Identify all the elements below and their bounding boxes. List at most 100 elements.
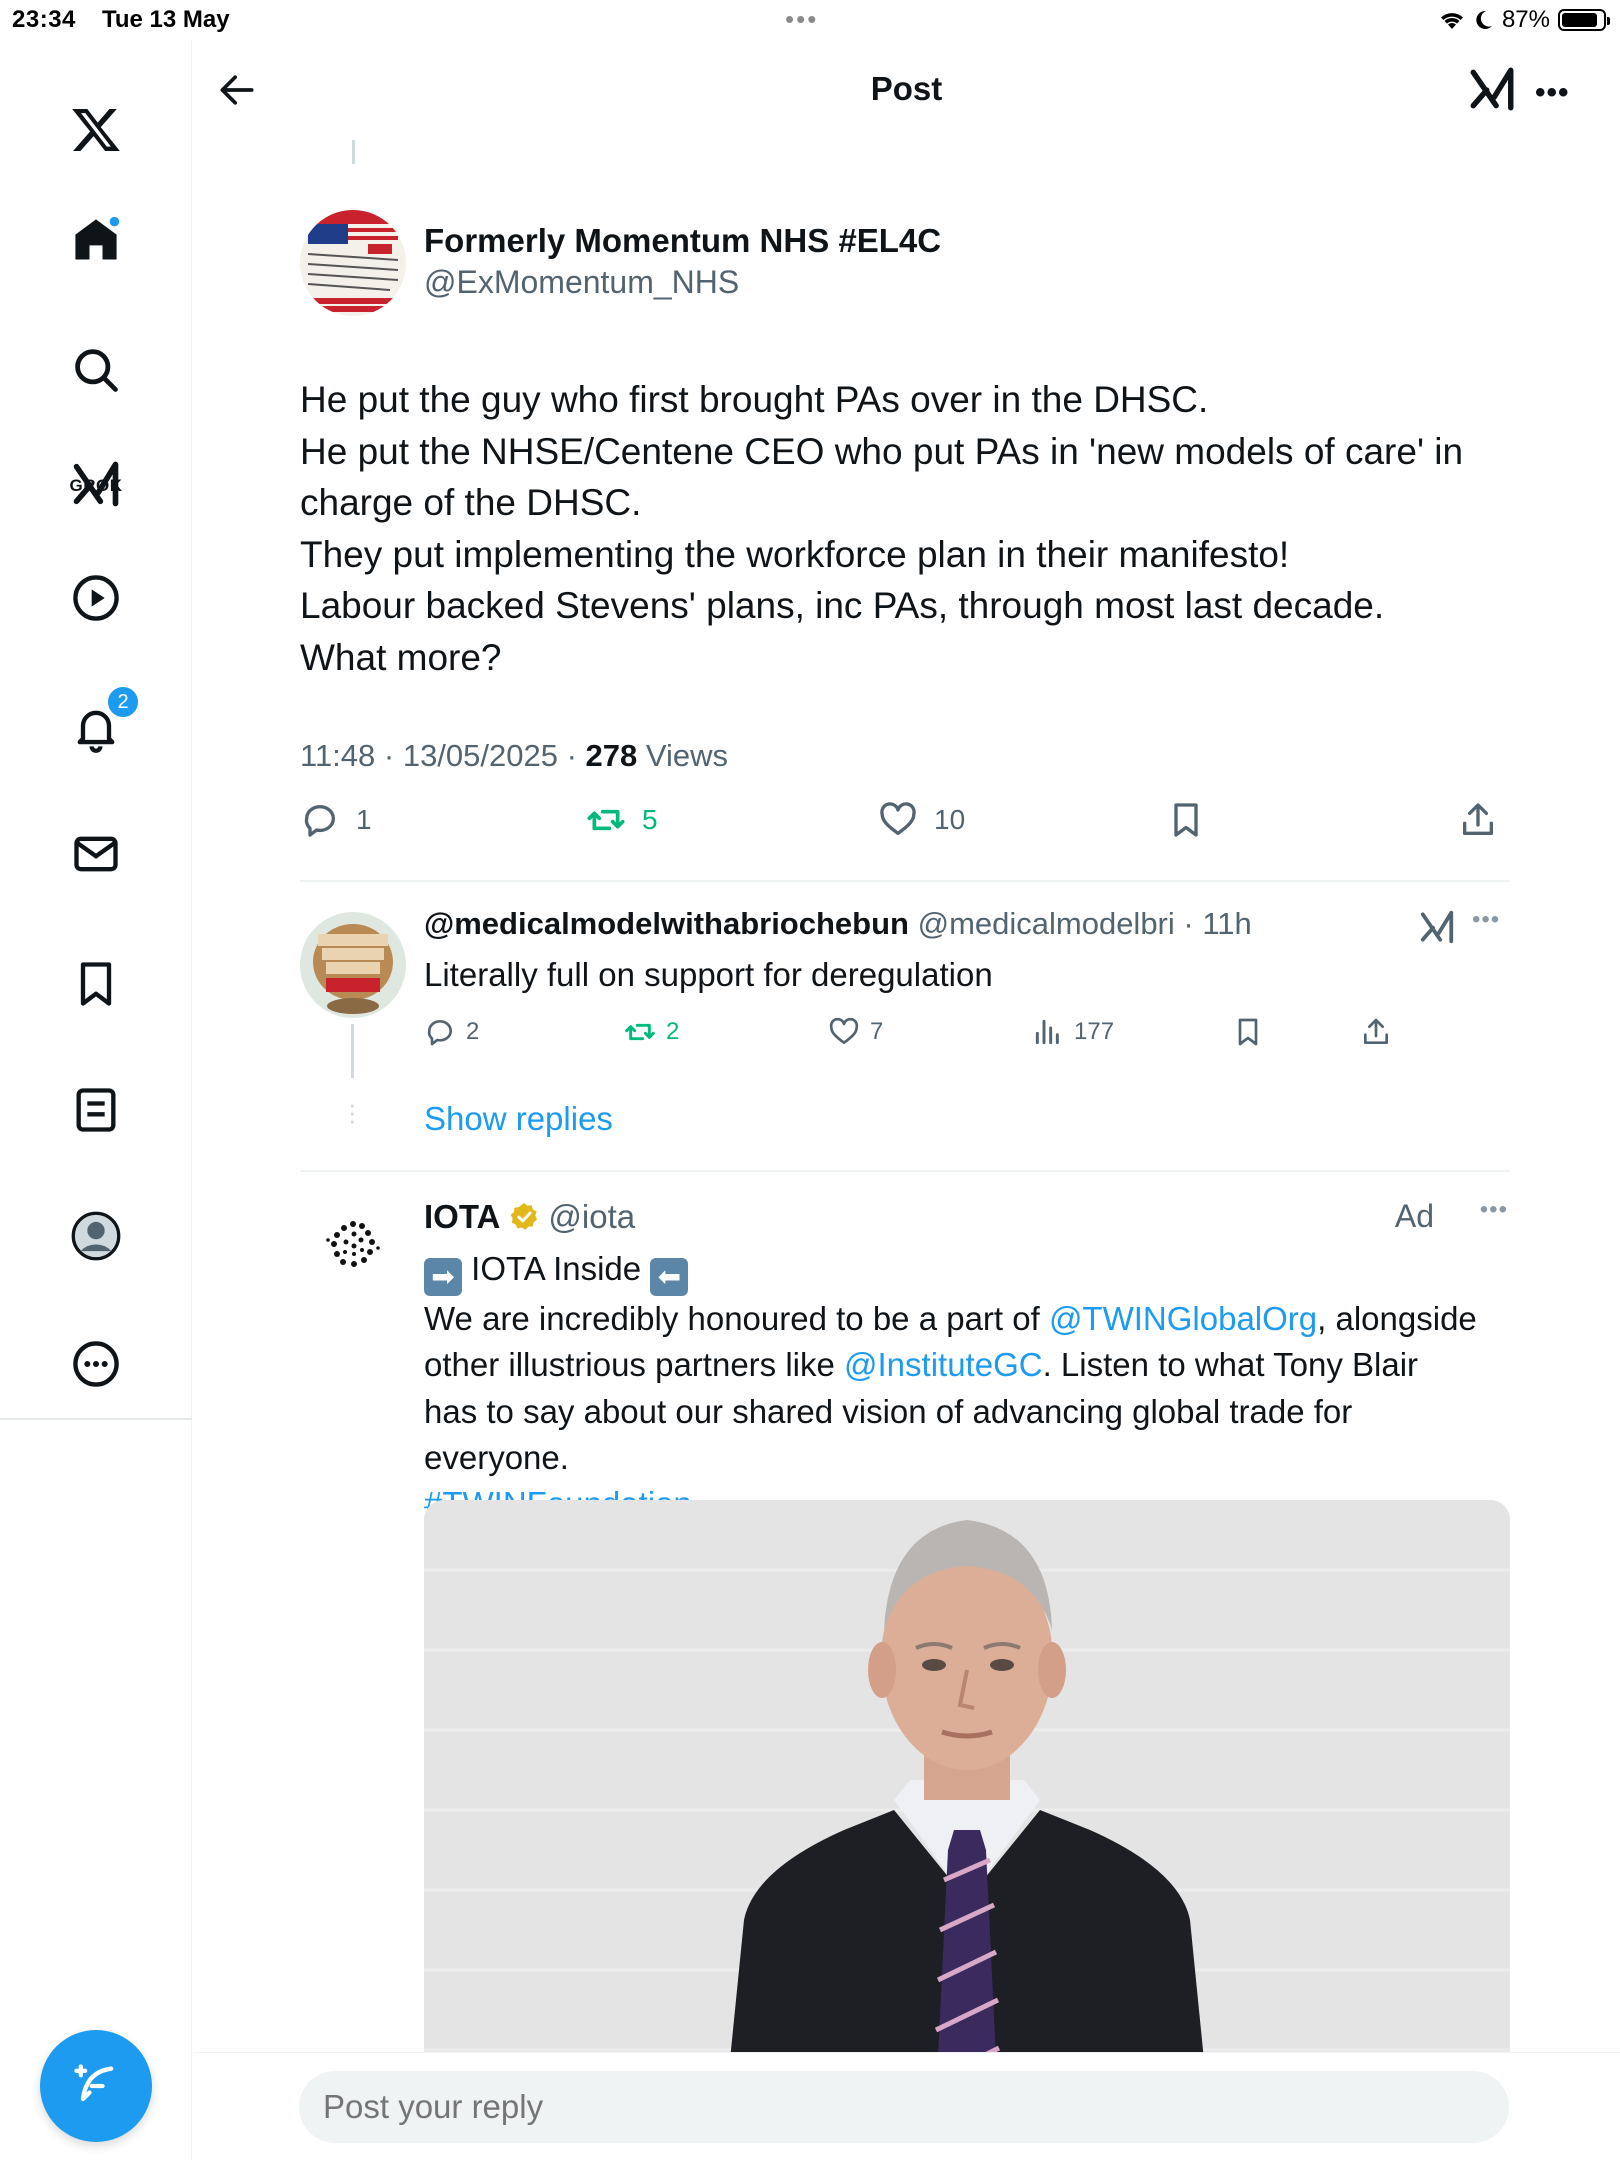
post-meta: 11:48 · 13/05/2025 · 278 Views: [300, 738, 728, 774]
envelope-svg: [74, 836, 118, 872]
reply-icon: [427, 1020, 452, 1046]
ad-text-line: We are incredibly honoured to be a part …: [424, 1296, 1510, 1342]
left-arrow-emoji-icon: ⬅: [650, 1258, 689, 1296]
search-svg: [75, 349, 118, 392]
reply-tweet[interactable]: @medicalmodelwithabriochebun @medicalmod…: [300, 882, 1510, 1078]
reply-author-handle[interactable]: @medicalmodelbri: [918, 906, 1175, 941]
bookmarks-icon[interactable]: [56, 944, 136, 1024]
grok-label: GROK: [69, 476, 123, 495]
reply-avatar-image: [300, 912, 406, 1018]
reply-button[interactable]: 1: [300, 770, 372, 870]
ad-video-frame: [424, 1500, 1510, 2120]
show-replies-link[interactable]: Show replies: [424, 1100, 613, 1138]
ad-video-media[interactable]: [424, 1500, 1510, 2120]
messages-envelope-icon[interactable]: [56, 814, 136, 894]
x-logo-icon[interactable]: [56, 90, 136, 170]
reply-time[interactable]: · 11h: [1175, 906, 1251, 941]
ad-author-name[interactable]: IOTA: [424, 1198, 500, 1236]
video-play-icon[interactable]: [56, 558, 136, 638]
ad-text-line: other illustrious partners like @Institu…: [424, 1342, 1510, 1388]
compose-feather-icon: [74, 2064, 114, 2102]
thread-connector-line: [352, 140, 355, 164]
views-chart-icon: [1035, 1019, 1059, 1045]
battery-icon: [1558, 9, 1610, 31]
heart-icon: [829, 1017, 859, 1044]
compose-post-button[interactable]: [40, 2030, 152, 2142]
ad-author-avatar[interactable]: [310, 1202, 396, 1288]
reply-views-button[interactable]: 177: [1032, 1002, 1114, 1062]
ad-author-handle[interactable]: @iota: [548, 1198, 635, 1236]
post-text-line: He put the guy who first brought PAs ove…: [300, 379, 1209, 420]
reply-author-avatar[interactable]: [300, 912, 406, 1018]
reply-repost-count: 2: [666, 1018, 680, 1045]
reply-actions: 2 2 7 177: [424, 1002, 1424, 1062]
post-text-line: What more?: [300, 636, 502, 678]
moon-icon: [1476, 10, 1492, 29]
reply-icon: [304, 805, 335, 837]
post-timestamp[interactable]: 11:48 · 13/05/2025 ·: [300, 738, 586, 773]
ad-headline-line: ➡ IOTA Inside ⬅: [424, 1246, 1510, 1296]
author-handle[interactable]: @ExMomentum_NHS: [424, 264, 739, 301]
reply-repost-button[interactable]: 2: [624, 1002, 679, 1062]
reply-like-count: 7: [870, 1018, 884, 1045]
notifications-badge: 2: [106, 685, 140, 719]
profile-svg: [71, 1211, 121, 1261]
more-options-button[interactable]: •••: [1535, 76, 1570, 110]
sidebar: GROK 2: [0, 40, 192, 2160]
author-name[interactable]: Formerly Momentum NHS #EL4C: [424, 222, 941, 260]
institutegc-mention-link[interactable]: @InstituteGC: [844, 1346, 1043, 1383]
author-avatar[interactable]: [300, 210, 406, 316]
reply-share-button[interactable]: [1360, 1002, 1402, 1062]
bookmark-icon: [1238, 1018, 1258, 1046]
wifi-icon: [1440, 13, 1463, 29]
post-text-line: Labour backed Stevens' plans, inc PAs, t…: [300, 585, 1385, 626]
ad-text: We are incredibly honoured to be a part …: [424, 1300, 1049, 1337]
top-bar: Post •••: [193, 40, 1620, 140]
iota-logo-icon: [326, 1221, 380, 1267]
video-play-svg: [73, 575, 119, 621]
like-button[interactable]: 10: [878, 770, 965, 870]
reply-like-button[interactable]: 7: [828, 1002, 883, 1062]
reply-grok-icon[interactable]: [1418, 908, 1456, 946]
x-logo-svg: [72, 108, 120, 152]
ad-text: , alongside: [1317, 1300, 1477, 1337]
heart-icon: [880, 802, 916, 835]
reply-author-line: @medicalmodelwithabriochebun @medicalmod…: [424, 906, 1252, 942]
separator: [300, 1170, 1510, 1172]
reply-count: 1: [356, 804, 372, 835]
ad-label: Ad: [1394, 1198, 1434, 1234]
repost-button[interactable]: 5: [586, 770, 658, 870]
reply-more-button[interactable]: •••: [1472, 906, 1500, 934]
status-time: 23:34: [12, 6, 76, 33]
home-icon[interactable]: [56, 200, 136, 280]
ad-text: other illustrious partners like: [424, 1346, 845, 1384]
sidebar-divider: [0, 1418, 192, 1420]
profile-avatar-icon[interactable]: [56, 1196, 136, 1276]
lists-icon[interactable]: [56, 1070, 136, 1150]
bookmark-svg: [80, 962, 112, 1006]
reply-bookmark-button[interactable]: [1232, 1002, 1274, 1062]
reply-composer-bar: [193, 2052, 1620, 2160]
reply-reply-button[interactable]: 2: [424, 1002, 479, 1062]
grok-analyze-icon[interactable]: [1467, 64, 1517, 114]
reply-author-name[interactable]: @medicalmodelwithabriochebun: [424, 906, 909, 941]
post-actions: 1 5 10: [300, 770, 1510, 870]
share-icon: [1463, 803, 1493, 835]
ad-more-button[interactable]: •••: [1480, 1196, 1508, 1224]
views-count: 278: [585, 738, 638, 773]
twinglobalorg-mention-link[interactable]: @TWINGlobalOrg: [1049, 1300, 1317, 1337]
ad-text-line: has to say about our shared vision of ad…: [424, 1392, 1353, 1430]
more-circle-svg: [73, 1341, 119, 1387]
share-button[interactable]: [1458, 770, 1514, 870]
post-body: He put the guy who first brought PAs ove…: [300, 374, 1510, 683]
post-text-line: charge of the DHSC.: [300, 482, 642, 523]
reply-input[interactable]: [299, 2071, 1509, 2143]
lists-svg: [76, 1088, 116, 1132]
battery-fill: [1562, 13, 1597, 27]
bookmark-button[interactable]: [1166, 770, 1222, 870]
search-icon[interactable]: [56, 330, 136, 410]
author-avatar-image: [300, 210, 406, 316]
multitasking-dots-icon[interactable]: •••: [785, 4, 818, 35]
share-icon: [1364, 1018, 1388, 1044]
more-options-icon[interactable]: [56, 1324, 136, 1404]
